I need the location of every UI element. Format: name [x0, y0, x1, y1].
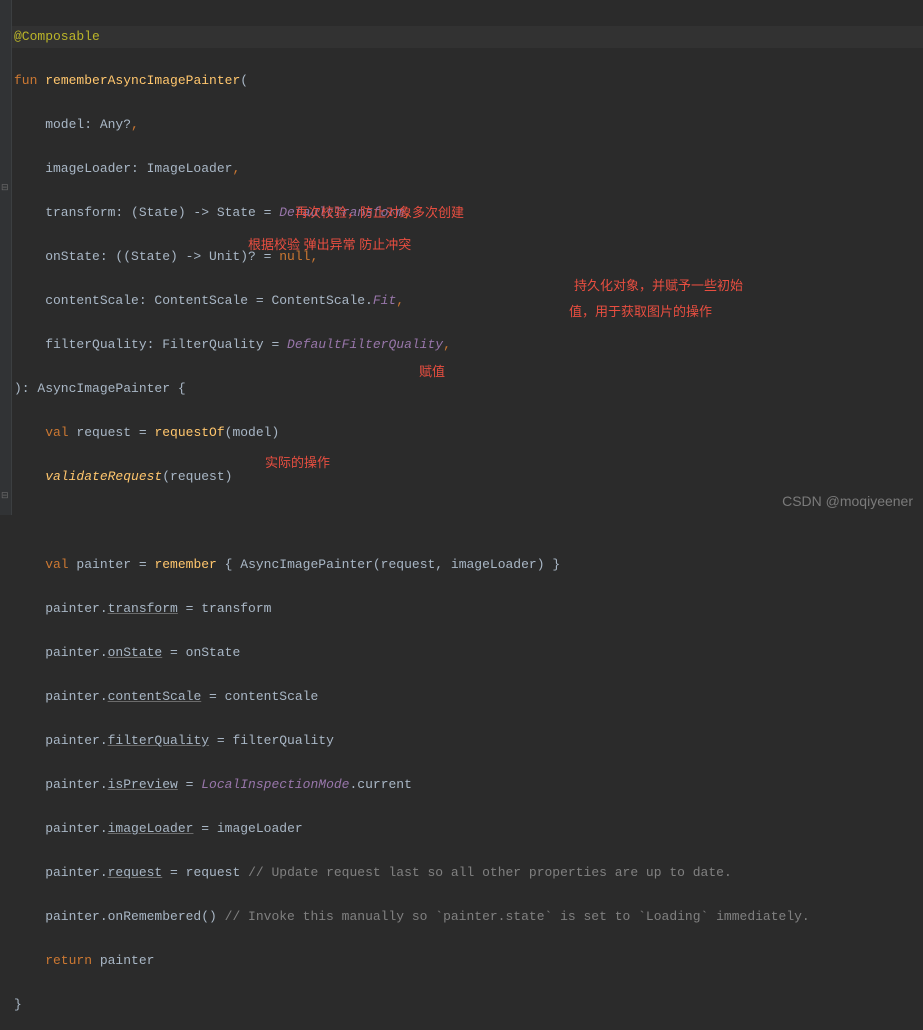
note-actual: 实际的操作 — [265, 452, 330, 471]
note-assign: 赋值 — [419, 361, 445, 380]
keyword-fun: fun — [14, 73, 37, 88]
prop-transform: transform — [108, 601, 178, 616]
param-transform: transform: (State) -> State = — [14, 205, 279, 220]
call-requestof: requestOf — [154, 425, 224, 440]
default-filterquality: DefaultFilterQuality — [287, 337, 443, 352]
param-model: model: Any? — [14, 117, 131, 132]
param-onstate: onState: ((State) -> Unit)? = — [14, 249, 279, 264]
note-revalidate: 再次校验，防止对象多次创建 — [295, 202, 464, 221]
param-filterquality: filterQuality: FilterQuality = — [14, 337, 287, 352]
csdn-watermark: CSDN @moqiyeener — [782, 493, 913, 509]
prop-request: request — [108, 865, 163, 880]
fit-member: Fit — [373, 293, 396, 308]
annotation: @Composable — [14, 29, 100, 44]
prop-imageloader: imageLoader — [108, 821, 194, 836]
prop-ispreview: isPreview — [108, 777, 178, 792]
prop-contentscale: contentScale — [108, 689, 202, 704]
prop-filterquality: filterQuality — [108, 733, 209, 748]
function-name: rememberAsyncImagePainter — [45, 73, 240, 88]
closing-brace: } — [14, 997, 22, 1012]
prop-onstate: onState — [108, 645, 163, 660]
call-validaterequest: validateRequest — [45, 469, 162, 484]
fold-icon[interactable]: ⊟ — [1, 183, 9, 193]
note-persist1: 持久化对象，并赋予一些初始 — [574, 275, 743, 294]
keyword-val: val — [14, 425, 69, 440]
note-validate: 根据校验 弹出异常 防止冲突 — [248, 234, 411, 253]
fold-icon[interactable]: ⊟ — [1, 491, 9, 501]
editor-gutter: ⊟ ⊟ — [0, 0, 12, 515]
paren: ( — [240, 73, 248, 88]
keyword-return: return — [14, 953, 92, 968]
comment-update: // Update request last so all other prop… — [248, 865, 732, 880]
function-signature-end: ): AsyncImagePainter { — [14, 381, 186, 396]
param-imageloader: imageLoader: ImageLoader — [14, 161, 232, 176]
param-contentscale: contentScale: ContentScale = ContentScal… — [14, 293, 373, 308]
keyword-val: val — [14, 557, 69, 572]
note-persist2: 值，用于获取图片的操作 — [569, 301, 712, 320]
localinspectionmode: LocalInspectionMode — [201, 777, 349, 792]
code-editor[interactable]: @Composable fun rememberAsyncImagePainte… — [0, 0, 923, 1030]
call-remember: remember — [154, 557, 216, 572]
comment-invoke: // Invoke this manually so `painter.stat… — [225, 909, 810, 924]
